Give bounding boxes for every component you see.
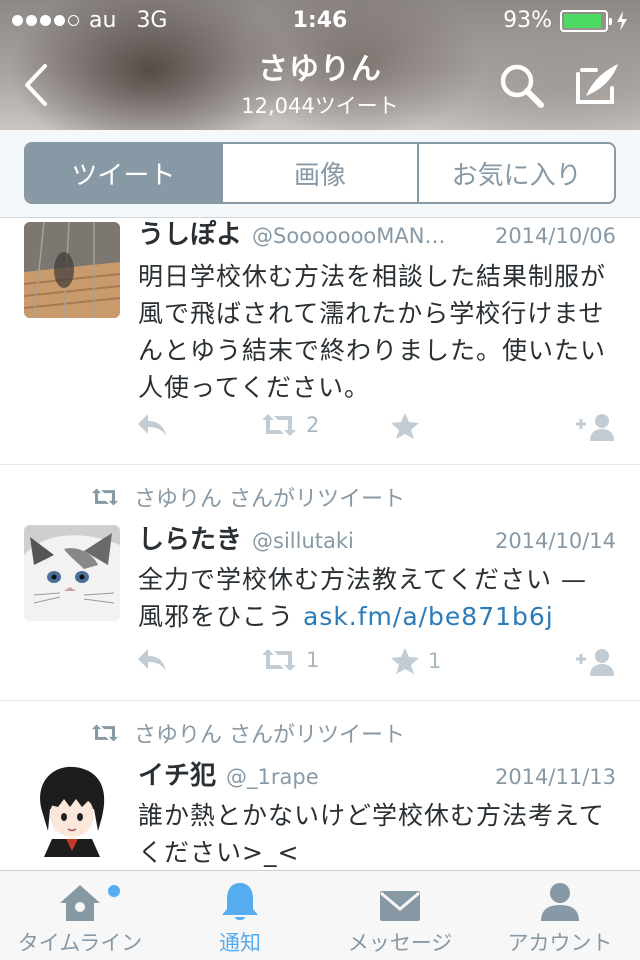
person-icon <box>541 883 579 921</box>
tweet-item[interactable]: さゆりん さんがリツイート イチ犯 @_1rape 2014/11/13 誰か熱… <box>0 701 640 870</box>
tab-notifications[interactable]: 通知 <box>160 871 320 960</box>
tweet-author-name[interactable]: うしぽよ <box>138 218 242 251</box>
tweet-author-handle[interactable]: @sillutaki <box>252 529 487 553</box>
favorite-button[interactable]: 1 <box>390 647 441 675</box>
avatar[interactable] <box>24 222 120 318</box>
add-user-icon <box>576 649 614 676</box>
favorite-button[interactable] <box>390 412 420 440</box>
tweet-date: 2014/11/13 <box>494 765 616 789</box>
tweet-header: イチ犯 @_1rape 2014/11/13 <box>138 755 616 792</box>
tweet-header: うしぽよ @SoooooooMAN… 2014/10/06 <box>138 218 616 251</box>
tab-tweets[interactable]: ツイート <box>26 144 223 202</box>
retweet-icon <box>262 649 296 671</box>
compose-button[interactable] <box>572 60 622 110</box>
tab-label: アカウント <box>507 931 613 955</box>
segment-bar: ツイート 画像 お気に入り <box>0 130 640 218</box>
tweet-header: しらたき @sillutaki 2014/10/14 <box>138 519 616 556</box>
tweet-item[interactable]: うしぽよ @SoooooooMAN… 2014/10/06 明日学校休む方法を相… <box>0 218 640 465</box>
battery-icon <box>560 9 612 32</box>
tab-timeline[interactable]: タイムライン <box>0 871 160 960</box>
retweet-icon <box>262 414 296 436</box>
tweet-text: 明日学校休む方法を相談した結果制服が風で飛ばされて濡れたから学校行けませんとゆう… <box>138 262 607 402</box>
tweet-author-name[interactable]: しらたき <box>138 519 242 556</box>
avatar-image <box>24 525 120 621</box>
home-icon <box>60 885 100 921</box>
tab-bar: タイムライン 通知 メッセージ アカウント <box>0 870 640 960</box>
profile-header: au 3G 1:46 93% さゆりん 12,044ツイート <box>0 0 640 130</box>
retweet-context: さゆりん さんがリツイート <box>90 717 405 749</box>
battery-info: 93% <box>503 8 628 33</box>
tab-messages[interactable]: メッセージ <box>320 871 480 960</box>
tweet-author-handle[interactable]: @_1rape <box>226 765 487 789</box>
tweet-body: 全力で学校休む方法教えてください — 風邪をひこう ask.fm/a/be871… <box>138 561 618 635</box>
retweet-icon <box>91 488 119 506</box>
battery-percent: 93% <box>503 8 552 33</box>
segmented-control: ツイート 画像 お気に入り <box>24 142 616 204</box>
retweeted-by-label: さゆりん さんがリツイート <box>134 723 405 748</box>
follow-button[interactable] <box>574 647 618 677</box>
status-bar: au 3G 1:46 93% <box>0 0 640 40</box>
star-icon <box>391 413 419 439</box>
retweet-count: 2 <box>306 413 320 437</box>
add-user-icon <box>576 414 614 441</box>
search-button[interactable] <box>498 62 546 110</box>
bell-icon <box>222 883 258 920</box>
unread-indicator <box>108 885 120 897</box>
favorite-count: 1 <box>428 649 442 673</box>
retweet-button[interactable]: 2 <box>260 412 319 438</box>
tweet-actions: 1 1 <box>136 647 620 681</box>
tab-label: メッセージ <box>347 931 453 955</box>
avatar[interactable] <box>24 525 120 621</box>
tweet-list[interactable]: うしぽよ @SoooooooMAN… 2014/10/06 明日学校休む方法を相… <box>0 218 640 870</box>
retweet-count: 1 <box>306 648 320 672</box>
reply-icon <box>138 414 166 436</box>
envelope-icon <box>380 891 420 921</box>
battery-level <box>564 13 602 28</box>
avatar-image <box>24 761 120 857</box>
tab-favorites[interactable]: お気に入り <box>419 144 614 202</box>
avatar-image <box>24 222 120 318</box>
star-icon <box>391 648 419 674</box>
tab-images[interactable]: 画像 <box>223 144 420 202</box>
tab-label: タイムライン <box>17 931 143 955</box>
tweet-author-name[interactable]: イチ犯 <box>138 755 216 792</box>
reply-button[interactable] <box>136 647 168 673</box>
tweet-author-handle[interactable]: @SoooooooMAN… <box>252 224 487 248</box>
tab-label: 通知 <box>219 931 261 955</box>
tweet-actions: 2 <box>136 412 620 446</box>
retweet-context: さゆりん さんがリツイート <box>90 481 405 513</box>
tweet-date: 2014/10/06 <box>494 224 616 248</box>
reply-button[interactable] <box>136 412 168 438</box>
charging-icon <box>617 10 627 31</box>
tweet-item[interactable]: さゆりん さんがリツイート しらたき @sillutaki 2014/10/14 <box>0 465 640 701</box>
retweeted-by-label: さゆりん さんがリツイート <box>134 487 405 512</box>
reply-icon <box>138 649 166 671</box>
tweet-text: 誰か熱とかないけど学校休む方法考えてください>_< <box>138 801 605 867</box>
avatar[interactable] <box>24 761 120 857</box>
tab-account[interactable]: アカウント <box>480 871 640 960</box>
tweet-date: 2014/10/14 <box>494 529 616 553</box>
retweet-button[interactable]: 1 <box>260 647 319 673</box>
tweet-link[interactable]: ask.fm/a/be871b6j <box>303 602 554 631</box>
compose-icon <box>576 64 618 104</box>
follow-button[interactable] <box>574 412 618 442</box>
search-icon <box>500 64 544 108</box>
retweet-icon <box>91 724 119 742</box>
